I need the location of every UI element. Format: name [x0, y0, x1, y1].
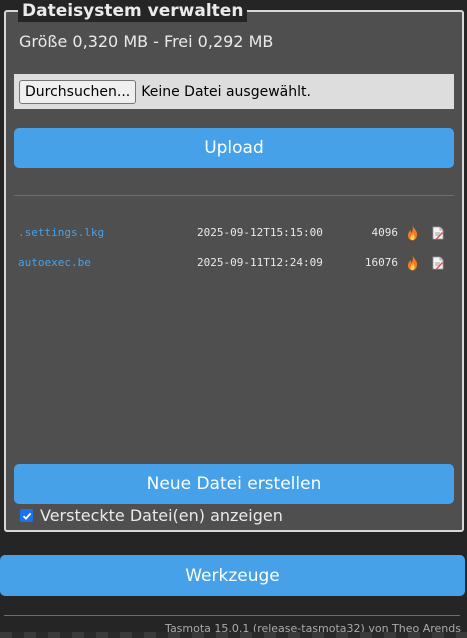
- tools-button[interactable]: Werkzeuge: [0, 555, 465, 596]
- edit-file-icon[interactable]: [432, 256, 444, 270]
- browse-button[interactable]: Durchsuchen...: [19, 79, 137, 104]
- file-row: .settings.lkg 2025-09-12T15:15:00 4096: [18, 225, 448, 241]
- fire-delete-icon[interactable]: [406, 225, 419, 241]
- checkmark-icon: [22, 512, 31, 520]
- show-hidden-label: Versteckte Datei(en) anzeigen: [40, 506, 283, 525]
- footer-divider: [4, 615, 460, 616]
- edit-file-icon[interactable]: [432, 226, 444, 240]
- fieldset-legend: Dateisystem verwalten: [18, 0, 248, 22]
- show-hidden-files-option[interactable]: Versteckte Datei(en) anzeigen: [20, 506, 283, 525]
- file-row: autoexec.be 2025-09-11T12:24:09 16076: [18, 255, 448, 271]
- file-name-link[interactable]: autoexec.be: [18, 255, 91, 271]
- bottom-strip: [0, 632, 467, 638]
- divider: [14, 195, 454, 196]
- file-name-link[interactable]: .settings.lkg: [18, 225, 104, 241]
- file-date: 2025-09-12T15:15:00: [197, 226, 323, 239]
- filesystem-size-info: Größe 0,320 MB - Frei 0,292 MB: [19, 32, 274, 51]
- upload-button[interactable]: Upload: [14, 128, 454, 168]
- file-size: 16076: [364, 256, 398, 269]
- new-file-button[interactable]: Neue Datei erstellen: [14, 464, 454, 504]
- file-size: 4096: [371, 226, 399, 239]
- show-hidden-checkbox[interactable]: [20, 509, 33, 522]
- file-input-status: Keine Datei ausgewählt.: [141, 83, 311, 100]
- file-date: 2025-09-11T12:24:09: [197, 256, 323, 269]
- file-input[interactable]: Durchsuchen... Keine Datei ausgewählt.: [14, 74, 454, 109]
- filesystem-fieldset: Dateisystem verwalten Größe 0,320 MB - F…: [4, 0, 464, 532]
- fire-delete-icon[interactable]: [406, 255, 419, 271]
